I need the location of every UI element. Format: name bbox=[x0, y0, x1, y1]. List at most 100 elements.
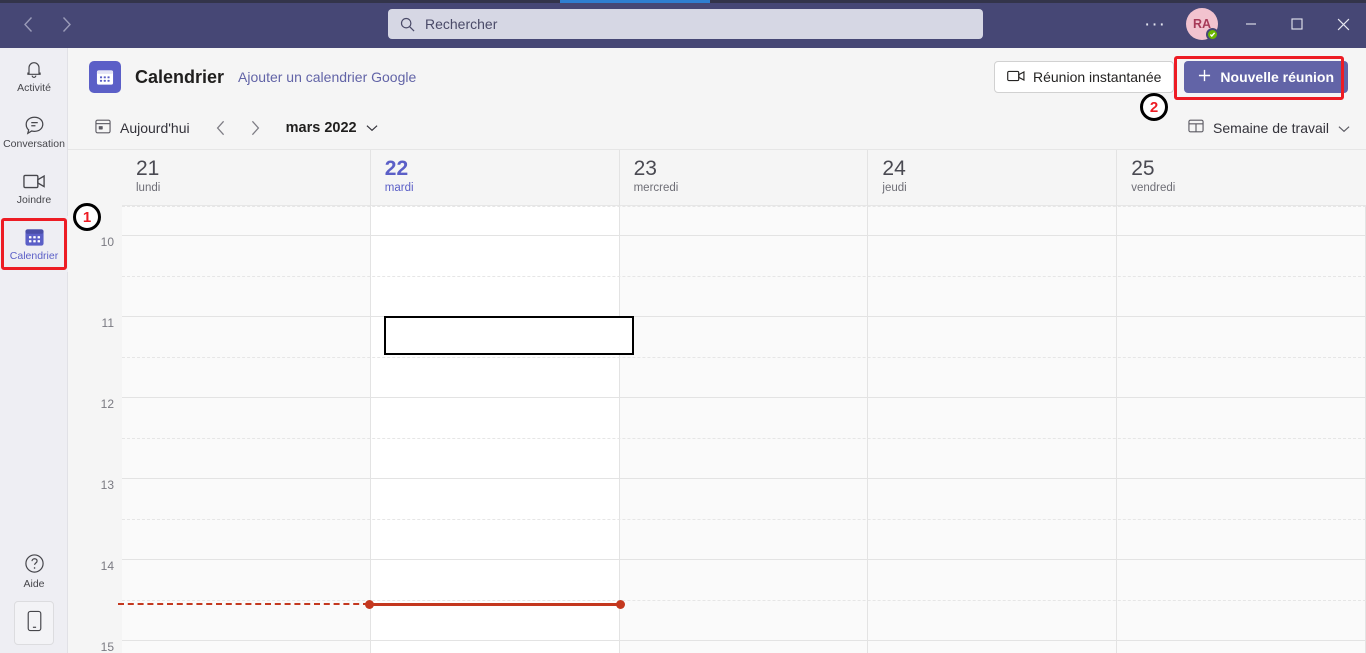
day-name: vendredi bbox=[1131, 182, 1176, 195]
search-placeholder: Rechercher bbox=[425, 16, 498, 32]
day-header-25[interactable]: 25 vendredi bbox=[1117, 150, 1366, 206]
sidebar-label-calendrier: Calendrier bbox=[9, 250, 59, 263]
period-picker[interactable]: mars 2022 bbox=[286, 120, 378, 136]
sidebar-item-conversation[interactable]: Conversation bbox=[0, 104, 68, 160]
sidebar-item-activite[interactable]: Activité bbox=[0, 48, 68, 104]
today-button[interactable]: Aujourd'hui bbox=[95, 118, 190, 137]
hour-line-12 bbox=[122, 397, 1366, 398]
selected-time-slot[interactable] bbox=[384, 316, 634, 355]
chevron-down-icon bbox=[1338, 120, 1350, 136]
mobile-app-button[interactable] bbox=[14, 601, 54, 645]
sidebar-label-conversation: Conversation bbox=[3, 138, 65, 151]
current-time-dot-start bbox=[365, 600, 374, 609]
chevron-down-icon bbox=[366, 120, 378, 136]
more-options-icon[interactable]: ··· bbox=[1134, 15, 1176, 34]
help-button[interactable]: Aide bbox=[0, 545, 68, 597]
rail-bottom-group: Aide bbox=[0, 545, 68, 645]
hour-label-10: 10 bbox=[100, 235, 114, 249]
hour-label-13: 13 bbox=[100, 478, 114, 492]
forward-icon[interactable] bbox=[50, 8, 82, 40]
day-column-25[interactable] bbox=[1117, 206, 1366, 653]
today-label: Aujourd'hui bbox=[120, 119, 190, 136]
title-bar: Rechercher ··· RA bbox=[0, 0, 1366, 48]
avatar[interactable]: RA bbox=[1182, 4, 1222, 44]
half-hour-line bbox=[122, 519, 1366, 520]
hour-line-10 bbox=[122, 235, 1366, 236]
chat-icon bbox=[24, 114, 45, 136]
new-meeting-button[interactable]: Nouvelle réunion bbox=[1184, 61, 1348, 93]
app-header: Calendrier Ajouter un calendrier Google … bbox=[68, 48, 1366, 106]
calendar-icon bbox=[24, 226, 45, 248]
day-column-24[interactable] bbox=[868, 206, 1118, 653]
hour-label-15: 15 bbox=[100, 640, 114, 653]
day-name: mardi bbox=[384, 182, 414, 195]
day-number: 21 bbox=[136, 157, 160, 180]
view-layout-icon bbox=[1188, 118, 1204, 137]
day-header-21[interactable]: 21 lundi bbox=[122, 150, 371, 206]
meet-now-button[interactable]: Réunion instantanée bbox=[993, 61, 1175, 93]
hour-line-11 bbox=[122, 316, 1366, 317]
new-meeting-label: Nouvelle réunion bbox=[1220, 69, 1334, 85]
sidebar-item-joindre[interactable]: Joindre bbox=[0, 160, 68, 216]
half-hour-line bbox=[122, 600, 1366, 601]
video-camera-icon bbox=[1007, 69, 1025, 85]
sidebar-label-activite: Activité bbox=[17, 82, 51, 95]
help-label: Aide bbox=[23, 577, 45, 590]
bell-icon bbox=[24, 58, 44, 80]
calendar-grid: 21 lundi 22 mardi 23 mercredi 24 jeudi 2… bbox=[68, 150, 1366, 653]
calendar-app-icon bbox=[89, 61, 121, 93]
new-meeting-wrap: Nouvelle réunion bbox=[1184, 61, 1348, 93]
today-calendar-icon bbox=[95, 118, 111, 137]
close-button[interactable] bbox=[1320, 0, 1366, 48]
header-actions: Réunion instantanée Nouvelle réunion bbox=[993, 61, 1348, 93]
app-rail: Activité Conversation Joindre Calendrier… bbox=[0, 48, 68, 653]
search-input[interactable]: Rechercher bbox=[388, 9, 983, 39]
day-number: 25 bbox=[1131, 157, 1155, 180]
history-nav bbox=[12, 8, 82, 40]
video-camera-icon bbox=[22, 170, 46, 192]
day-header-24[interactable]: 24 jeudi bbox=[868, 150, 1118, 206]
hour-label-12: 12 bbox=[100, 397, 114, 411]
add-google-calendar-link[interactable]: Ajouter un calendrier Google bbox=[238, 69, 416, 85]
half-hour-line bbox=[122, 357, 1366, 358]
annotation-marker-1: 1 bbox=[73, 203, 101, 231]
back-icon[interactable] bbox=[12, 8, 44, 40]
day-number: 23 bbox=[633, 157, 657, 180]
hour-label-14: 14 bbox=[100, 559, 114, 573]
annotation-marker-2: 2 bbox=[1140, 93, 1168, 121]
calendar-toolbar: Aujourd'hui mars 2022 Semaine de travail bbox=[68, 106, 1366, 150]
period-label: mars 2022 bbox=[285, 119, 357, 136]
meet-now-label: Réunion instantanée bbox=[1032, 69, 1162, 85]
day-header-22[interactable]: 22 mardi bbox=[371, 150, 620, 206]
page-title: Calendrier bbox=[135, 66, 225, 87]
half-hour-line bbox=[122, 438, 1366, 439]
day-name: jeudi bbox=[882, 182, 907, 195]
calendar-body: 10 11 12 13 14 15 bbox=[68, 206, 1366, 653]
search-icon bbox=[400, 17, 415, 32]
maximize-button[interactable] bbox=[1274, 0, 1320, 48]
sidebar-item-calendrier[interactable]: Calendrier bbox=[0, 216, 68, 272]
prev-period-icon[interactable] bbox=[206, 113, 236, 143]
half-hour-line bbox=[122, 276, 1366, 277]
day-columns bbox=[122, 206, 1366, 653]
period-nav bbox=[206, 113, 270, 143]
view-label: Semaine de travail bbox=[1213, 119, 1329, 136]
day-column-23[interactable] bbox=[619, 206, 869, 653]
current-time-dot-end bbox=[616, 600, 625, 609]
next-period-icon[interactable] bbox=[240, 113, 270, 143]
day-name: lundi bbox=[136, 182, 161, 195]
titlebar-right-group: ··· RA bbox=[1134, 0, 1366, 48]
day-number: 24 bbox=[882, 157, 906, 180]
day-header-row: 21 lundi 22 mardi 23 mercredi 24 jeudi 2… bbox=[122, 150, 1366, 206]
day-column-22[interactable] bbox=[370, 206, 620, 653]
day-column-21[interactable] bbox=[122, 206, 371, 653]
mobile-phone-icon bbox=[27, 610, 42, 637]
hour-line-14 bbox=[122, 559, 1366, 560]
day-header-23[interactable]: 23 mercredi bbox=[620, 150, 869, 206]
loading-progress-fill bbox=[560, 0, 710, 3]
minimize-button[interactable] bbox=[1228, 0, 1274, 48]
view-picker[interactable]: Semaine de travail bbox=[1188, 118, 1350, 137]
day-name: mercredi bbox=[633, 182, 679, 195]
half-hour-line bbox=[122, 206, 1366, 207]
presence-available-icon bbox=[1206, 28, 1219, 41]
